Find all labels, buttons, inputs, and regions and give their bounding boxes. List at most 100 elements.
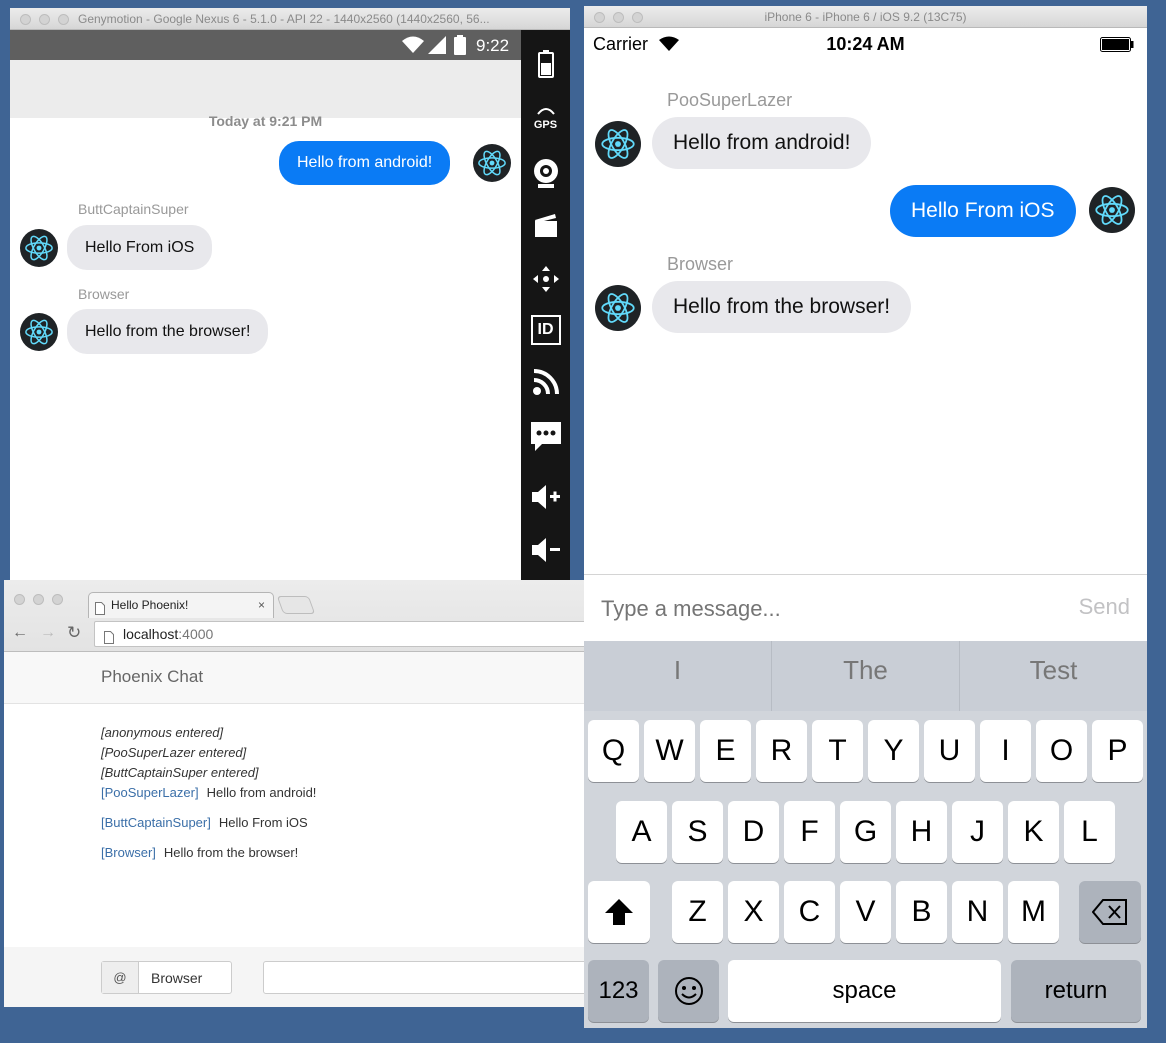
page-icon xyxy=(95,599,105,623)
move-widget-icon[interactable] xyxy=(521,264,570,299)
react-logo-icon xyxy=(478,150,506,176)
key[interactable]: X xyxy=(728,881,779,943)
shift-key[interactable] xyxy=(588,881,650,943)
message-text: Hello from android! xyxy=(297,154,433,171)
suggestion-item[interactable]: Test xyxy=(960,641,1147,711)
key[interactable]: K xyxy=(1008,801,1059,863)
send-button[interactable]: Send xyxy=(1079,594,1130,620)
key[interactable]: D xyxy=(728,801,779,863)
react-logo-icon xyxy=(601,293,635,323)
minimize-window-button[interactable] xyxy=(39,14,50,25)
suggestion-item[interactable]: I xyxy=(584,641,772,711)
key[interactable]: E xyxy=(700,720,751,782)
window-controls[interactable] xyxy=(594,12,643,23)
tab-title: Hello Phoenix! xyxy=(111,598,189,612)
key[interactable]: S xyxy=(672,801,723,863)
key[interactable]: Y xyxy=(868,720,919,782)
key[interactable]: N xyxy=(952,881,1003,943)
key[interactable]: H xyxy=(896,801,947,863)
key[interactable]: Q xyxy=(588,720,639,782)
close-window-button[interactable] xyxy=(594,12,605,23)
key[interactable]: U xyxy=(924,720,975,782)
status-time: 10:24 AM xyxy=(826,34,905,54)
chat-line: [PooSuperLazer] Hello from android! xyxy=(101,785,316,800)
message-text: Hello from the browser! xyxy=(673,295,891,318)
device-id-widget-icon[interactable]: ID xyxy=(521,315,570,345)
android-app-toolbar xyxy=(10,60,521,118)
key[interactable]: M xyxy=(1008,881,1059,943)
close-tab-icon[interactable]: × xyxy=(258,593,265,617)
zoom-window-button[interactable] xyxy=(52,594,63,605)
zoom-window-button[interactable] xyxy=(632,12,643,23)
space-key[interactable]: space xyxy=(728,960,1001,1022)
key[interactable]: R xyxy=(756,720,807,782)
genymotion-titlebar: Genymotion - Google Nexus 6 - 5.1.0 - AP… xyxy=(10,8,570,30)
ios-titlebar: iPhone 6 - iPhone 6 / iOS 9.2 (13C75) xyxy=(584,6,1147,28)
key[interactable]: C xyxy=(784,881,835,943)
forward-icon[interactable]: → xyxy=(40,624,56,642)
key[interactable]: A xyxy=(616,801,667,863)
react-logo-icon xyxy=(1095,195,1129,225)
address-bar[interactable]: localhost:4000 xyxy=(94,621,584,647)
camera-widget-icon[interactable] xyxy=(521,158,570,195)
key[interactable]: P xyxy=(1092,720,1143,782)
close-window-button[interactable] xyxy=(20,14,31,25)
battery-icon xyxy=(454,35,466,60)
key[interactable]: F xyxy=(784,801,835,863)
close-window-button[interactable] xyxy=(14,594,25,605)
numbers-key[interactable]: 123 xyxy=(588,960,649,1022)
avatar xyxy=(473,144,511,182)
window-controls[interactable] xyxy=(14,594,63,605)
key[interactable]: L xyxy=(1064,801,1115,863)
key[interactable]: O xyxy=(1036,720,1087,782)
android-status-bar: 9:22 xyxy=(10,30,521,60)
backspace-key[interactable] xyxy=(1079,881,1141,943)
predictive-bar: I The Test xyxy=(584,641,1147,711)
chat-username: [Browser] xyxy=(101,845,156,860)
key[interactable]: W xyxy=(644,720,695,782)
chat-text: Hello From iOS xyxy=(218,815,308,830)
event-line: [ButtCaptainSuper entered] xyxy=(101,765,259,780)
status-time: 9:22 xyxy=(476,36,510,55)
key[interactable]: J xyxy=(952,801,1003,863)
app-brand[interactable]: Phoenix Chat xyxy=(101,667,203,687)
gps-widget-icon[interactable]: GPS xyxy=(521,106,570,131)
minimize-window-button[interactable] xyxy=(33,594,44,605)
react-logo-icon xyxy=(25,319,53,345)
emoji-key[interactable] xyxy=(658,960,719,1022)
key[interactable]: G xyxy=(840,801,891,863)
browser-window: Hello Phoenix! × ← → ↻ localhost:4000 Ph… xyxy=(4,580,584,1007)
username-input[interactable] xyxy=(139,962,231,993)
reload-icon[interactable]: ↻ xyxy=(67,623,81,643)
battery-widget-icon[interactable] xyxy=(521,50,570,83)
genymotion-sidebar: GPS ID xyxy=(521,30,570,580)
window-controls[interactable] xyxy=(20,14,69,25)
new-tab-button[interactable] xyxy=(276,596,316,614)
message-text: Hello from the browser! xyxy=(85,323,251,340)
message-username: Browser xyxy=(78,286,130,302)
avatar xyxy=(1089,187,1135,233)
key[interactable]: B xyxy=(896,881,947,943)
back-icon[interactable]: ← xyxy=(12,624,28,642)
message-input[interactable] xyxy=(263,961,584,994)
key[interactable]: I xyxy=(980,720,1031,782)
avatar xyxy=(20,229,58,267)
at-addon: @ xyxy=(102,962,139,993)
volume-up-icon[interactable] xyxy=(521,484,570,515)
browser-tab[interactable]: Hello Phoenix! × xyxy=(88,592,274,618)
message-input[interactable] xyxy=(599,589,1029,629)
capture-widget-icon[interactable] xyxy=(521,212,570,243)
rss-widget-icon[interactable] xyxy=(521,368,570,401)
battery-icon xyxy=(1100,37,1134,57)
suggestion-item[interactable]: The xyxy=(772,641,960,711)
volume-down-icon[interactable] xyxy=(521,537,570,568)
event-line: [anonymous entered] xyxy=(101,725,224,740)
message-bubble: Hello from android! xyxy=(652,117,872,169)
key[interactable]: V xyxy=(840,881,891,943)
zoom-window-button[interactable] xyxy=(58,14,69,25)
return-key[interactable]: return xyxy=(1011,960,1141,1022)
key[interactable]: T xyxy=(812,720,863,782)
key[interactable]: Z xyxy=(672,881,723,943)
sms-widget-icon[interactable] xyxy=(521,420,570,457)
minimize-window-button[interactable] xyxy=(613,12,624,23)
